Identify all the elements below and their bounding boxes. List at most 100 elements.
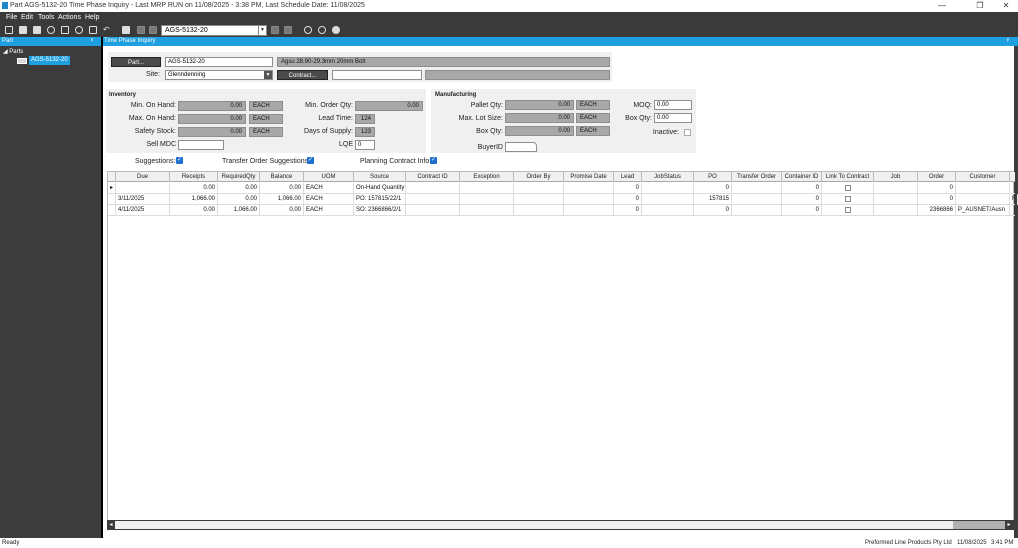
stop-icon[interactable] [332,26,340,34]
left-panel-title: Part [2,38,14,44]
column-header-job[interactable]: Job [874,172,918,182]
last-record-icon[interactable] [284,26,292,34]
status-text: Ready [2,540,20,546]
moq-input[interactable]: 0.00 [654,100,692,110]
column-header-due[interactable]: Due [116,172,170,182]
safety-stock-label: Safety Stock: [134,128,176,135]
contract-input[interactable] [332,70,422,80]
pin-icon[interactable]: ᵖ [91,38,93,44]
column-header-promise-date[interactable]: Promise Date [564,172,614,182]
part-record-selector[interactable]: AGS-5132-20 ▼ [161,25,267,36]
prev-record-icon[interactable] [149,26,157,34]
column-header-transfer-order[interactable]: Transfer Order [732,172,782,182]
part-input[interactable]: AGS-5132-20 [165,57,273,67]
column-header-contract-id[interactable]: Contract ID [406,172,460,182]
link-to-contract-checkbox[interactable] [845,207,851,213]
menu-help[interactable]: Help [85,14,99,21]
planning-contract-info-checkbox[interactable]: ✓ [430,157,437,164]
site-select[interactable]: Glenndenning ▼ [165,70,273,80]
column-header-source[interactable]: Source [354,172,406,182]
menu-file[interactable]: File [6,14,17,21]
cell-promise-date [564,183,614,194]
column-header-receipts[interactable]: Receipts [170,172,218,182]
box-qty-label: Box Qty: [476,128,503,135]
column-header-link-to-contract[interactable]: Link To Contract [822,172,874,182]
inactive-checkbox[interactable] [684,129,691,136]
refresh-icon[interactable] [47,26,55,34]
column-header-order-by[interactable]: Order By [514,172,564,182]
suggestions-checkbox[interactable]: ✓ [176,157,183,164]
lqe-input[interactable]: 0 [355,140,375,150]
pallet-qty-uom: EACH [576,100,610,110]
link-to-contract-checkbox[interactable] [845,185,851,191]
lead-time-label: Lead Time: [318,115,353,122]
save-icon[interactable] [19,26,27,34]
forward-icon[interactable] [318,26,326,34]
cell-order-by [514,183,564,194]
new-icon[interactable] [5,26,13,34]
maximize-button[interactable]: ❐ [968,0,992,12]
cell-lead: 0 [614,205,642,216]
column-header-order[interactable]: Order [918,172,956,182]
min-on-hand-value: 0.00 [178,101,246,111]
max-lot-size-value: 0.00 [505,113,574,123]
scroll-right-icon[interactable]: ▸ [1005,520,1013,530]
table-row[interactable]: 3/11/2025 1,066.00 0.00 1,066.00 EACH PO: 157… [108,194,1018,205]
menu-actions[interactable]: Actions [58,14,81,21]
max-on-hand-label: Max. On Hand: [128,115,176,122]
cell-source: SO: 2366866/2/1 [354,205,406,216]
column-header-job-status[interactable]: JobStatus [642,172,694,182]
save-all-icon[interactable] [33,26,41,34]
first-record-icon[interactable] [137,26,145,34]
column-header-po[interactable]: PO [694,172,732,182]
scrollbar-thumb[interactable] [953,521,1005,529]
clear-icon[interactable] [61,26,69,34]
chevron-down-icon[interactable]: ▼ [258,26,266,35]
cell-receipts: 0.00 [170,205,218,216]
print-icon[interactable] [89,26,97,34]
table-row[interactable]: 4/11/2025 0.00 1,066.00 0.00 EACH SO: 2366866… [108,205,1015,216]
link-to-contract-checkbox[interactable] [845,196,851,202]
column-header-customer[interactable]: Customer [956,172,1010,182]
scrollbar-track[interactable] [115,521,953,529]
cell-balance: 0.00 [260,205,304,216]
contract-button[interactable]: Contract... [277,70,328,80]
left-panel [0,37,101,538]
column-header-required-qty[interactable]: RequiredQty [218,172,260,182]
buyer-id-input[interactable] [505,142,537,152]
menu-edit[interactable]: Edit [21,14,33,21]
time-phase-grid[interactable]: Due Receipts RequiredQty Balance UOM Source Co… [107,171,1018,530]
column-header-indicator[interactable] [108,172,116,182]
delete-icon[interactable] [75,26,83,34]
inactive-label: Inactive: [652,129,679,136]
transfer-order-suggestions-checkbox[interactable]: ✓ [307,157,314,164]
box-qty-uom: EACH [576,126,610,136]
minimize-button[interactable]: — [930,0,954,12]
menu-tools[interactable]: Tools [38,14,54,21]
pin-icon[interactable]: ᵖ [1007,38,1009,44]
cell-receipts: 0.00 [170,183,218,194]
cell-job-status [642,205,694,216]
undo-icon[interactable]: ↶ [103,25,111,34]
cell-job-status [642,194,694,205]
scroll-left-icon[interactable]: ◂ [107,520,115,530]
horizontal-scrollbar[interactable]: ◂ ▸ [107,520,1014,530]
sell-mdc-input[interactable] [178,140,224,150]
chevron-down-icon[interactable]: ▼ [264,71,272,79]
column-header-lead[interactable]: Lead [614,172,642,182]
tree-root[interactable]: ◢ Parts [3,48,23,55]
search-icon[interactable] [122,26,130,34]
cell-container-id: 0 [782,205,822,216]
column-header-uom[interactable]: UOM [304,172,354,182]
part-button[interactable]: Part... [111,57,161,67]
tree-item-part[interactable]: AGS-5132-20 [17,56,70,65]
column-header-exception[interactable]: Exception [460,172,514,182]
column-header-balance[interactable]: Balance [260,172,304,182]
next-record-icon[interactable] [271,26,279,34]
left-panel-header: Part ᵖ [0,37,101,46]
column-header-container-id[interactable]: Container ID [782,172,822,182]
close-button[interactable]: ✕ [994,0,1018,12]
table-row[interactable]: ▸ 0.00 0.00 0.00 EACH On-Hand Quantity 0 0 0 0 [108,183,1015,194]
box-qty-mfg-input[interactable]: 0.00 [654,113,692,123]
back-icon[interactable] [304,26,312,34]
